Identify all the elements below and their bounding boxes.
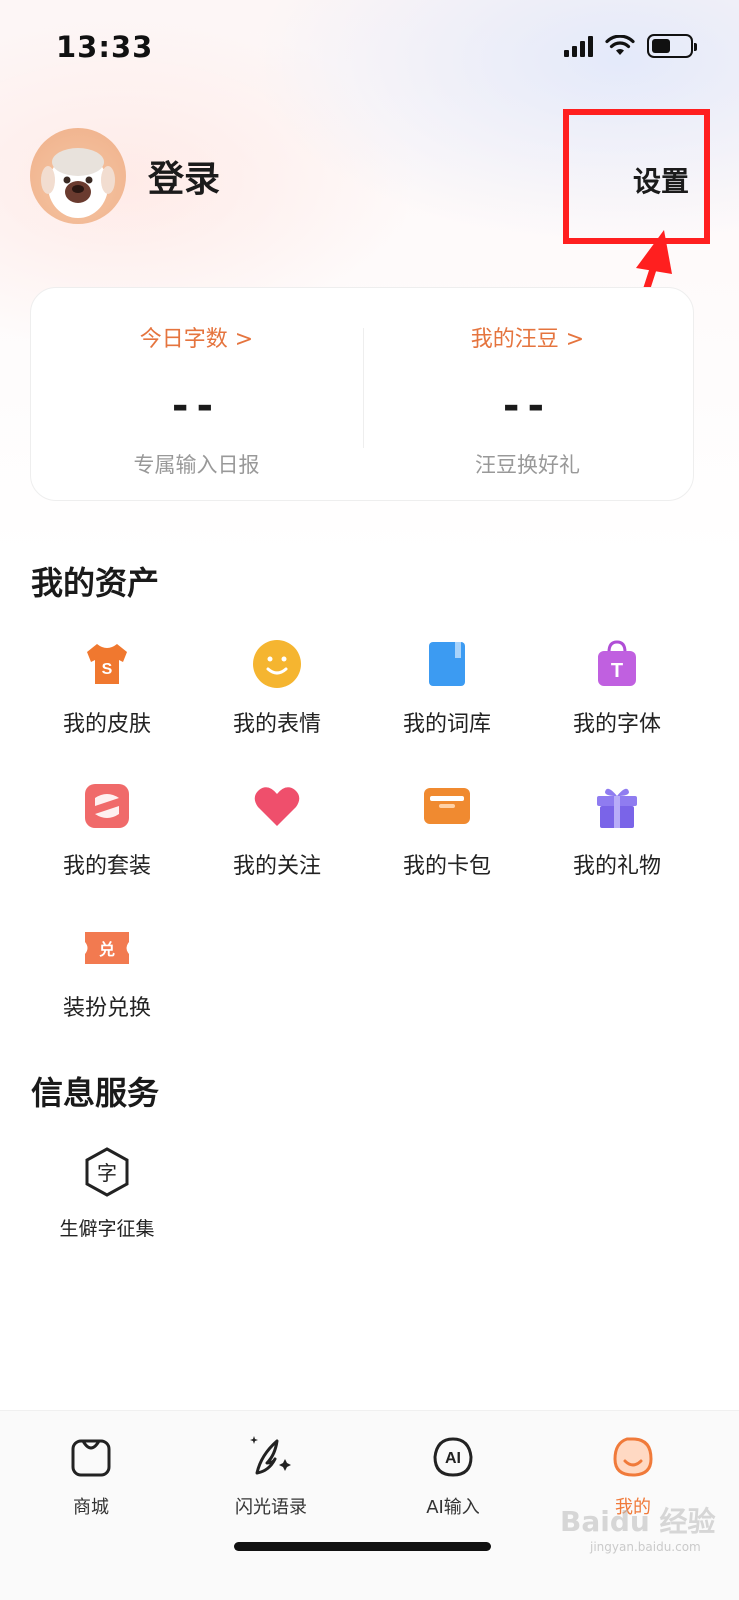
stat-subtitle: 汪豆换好礼: [475, 453, 580, 477]
svg-text:S: S: [102, 661, 113, 678]
nav-tab-quotes[interactable]: 闪光语录: [206, 1433, 336, 1519]
font-bag-icon: T: [598, 640, 636, 686]
asset-item-suit[interactable]: 我的套装: [32, 780, 182, 880]
assets-section-title: 我的资产: [31, 564, 160, 602]
asset-item-label: 我的关注: [232, 854, 321, 879]
asset-item-label: 装扮兑换: [62, 996, 151, 1021]
gift-icon: [597, 788, 637, 828]
baidu-watermark-sub: jingyan.baidu.com: [590, 1540, 701, 1554]
stats-card: 今日字数 > -- 专属输入日报 我的汪豆 > -- 汪豆换好礼: [30, 287, 694, 501]
mine-icon: [613, 1437, 653, 1477]
avatar[interactable]: [30, 128, 126, 224]
shop-bag-icon: [71, 1439, 111, 1477]
nav-tab-shop[interactable]: 商城: [26, 1433, 156, 1519]
asset-item-label: 我的词库: [402, 712, 491, 737]
rare-char-icon: 字: [85, 1147, 129, 1197]
home-indicator: [234, 1542, 491, 1551]
asset-item-label: 我的套装: [62, 854, 151, 879]
feather-sparkle-icon: [250, 1436, 291, 1475]
stat-title[interactable]: 今日字数 >: [31, 321, 362, 353]
asset-item-label: 我的字体: [572, 712, 661, 737]
smiley-icon: [253, 640, 301, 688]
asset-item-emoji[interactable]: 我的表情: [202, 638, 352, 738]
asset-item-card-wallet[interactable]: 我的卡包: [372, 780, 522, 880]
stat-value: --: [502, 383, 553, 429]
card-wallet-icon: [424, 788, 470, 824]
asset-item-label: 我的表情: [232, 712, 321, 737]
wifi-icon: [605, 35, 635, 55]
asset-item-label: 我的礼物: [572, 854, 661, 879]
stat-wang-beans[interactable]: 我的汪豆 > -- 汪豆换好礼: [362, 288, 693, 500]
svg-text:字: 字: [97, 1161, 117, 1185]
book-icon: [429, 642, 465, 686]
exchange-ticket-icon: 兑: [85, 932, 129, 964]
asset-item-font[interactable]: T 我的字体: [542, 638, 692, 738]
suit-icon: [85, 784, 129, 828]
asset-item-skin[interactable]: S 我的皮肤: [32, 638, 182, 738]
nav-tab-label: 商城: [73, 1497, 109, 1518]
service-item-rare-char[interactable]: 字 生僻字征集: [32, 1146, 182, 1241]
nav-tab-label: 闪光语录: [235, 1497, 307, 1518]
signal-icon: [564, 35, 593, 57]
svg-text:AI: AI: [445, 1450, 461, 1467]
nav-tab-ai-input[interactable]: AI AI输入: [388, 1433, 518, 1519]
asset-item-dictionary[interactable]: 我的词库: [372, 638, 522, 738]
svg-text:兑: 兑: [99, 940, 115, 959]
status-time: 13:33: [56, 30, 154, 64]
stat-title[interactable]: 我的汪豆 >: [362, 321, 693, 353]
status-bar: 13:33: [0, 0, 739, 92]
login-button[interactable]: 登录: [148, 150, 220, 202]
baidu-watermark: Baidu 经验: [560, 1505, 716, 1538]
service-item-label: 生僻字征集: [59, 1218, 155, 1240]
stat-value: --: [171, 383, 222, 429]
asset-item-follow[interactable]: 我的关注: [202, 780, 352, 880]
asset-item-exchange[interactable]: 兑 装扮兑换: [32, 922, 182, 1022]
shirt-icon: S: [87, 644, 127, 684]
battery-icon: [647, 34, 697, 58]
nav-tab-label: AI输入: [426, 1497, 480, 1518]
stat-word-count[interactable]: 今日字数 > -- 专属输入日报: [31, 288, 362, 500]
heart-icon: [254, 787, 300, 826]
asset-item-gift[interactable]: 我的礼物: [542, 780, 692, 880]
dog-mascot-icon: [41, 148, 115, 218]
svg-text:T: T: [611, 660, 623, 682]
asset-item-label: 我的皮肤: [62, 712, 151, 737]
status-icons: [564, 34, 697, 58]
stat-subtitle: 专属输入日报: [133, 453, 260, 477]
asset-item-label: 我的卡包: [402, 854, 491, 879]
profile-row[interactable]: 登录: [30, 128, 220, 224]
ai-input-icon: AI: [433, 1437, 473, 1477]
services-section-title: 信息服务: [31, 1074, 160, 1112]
